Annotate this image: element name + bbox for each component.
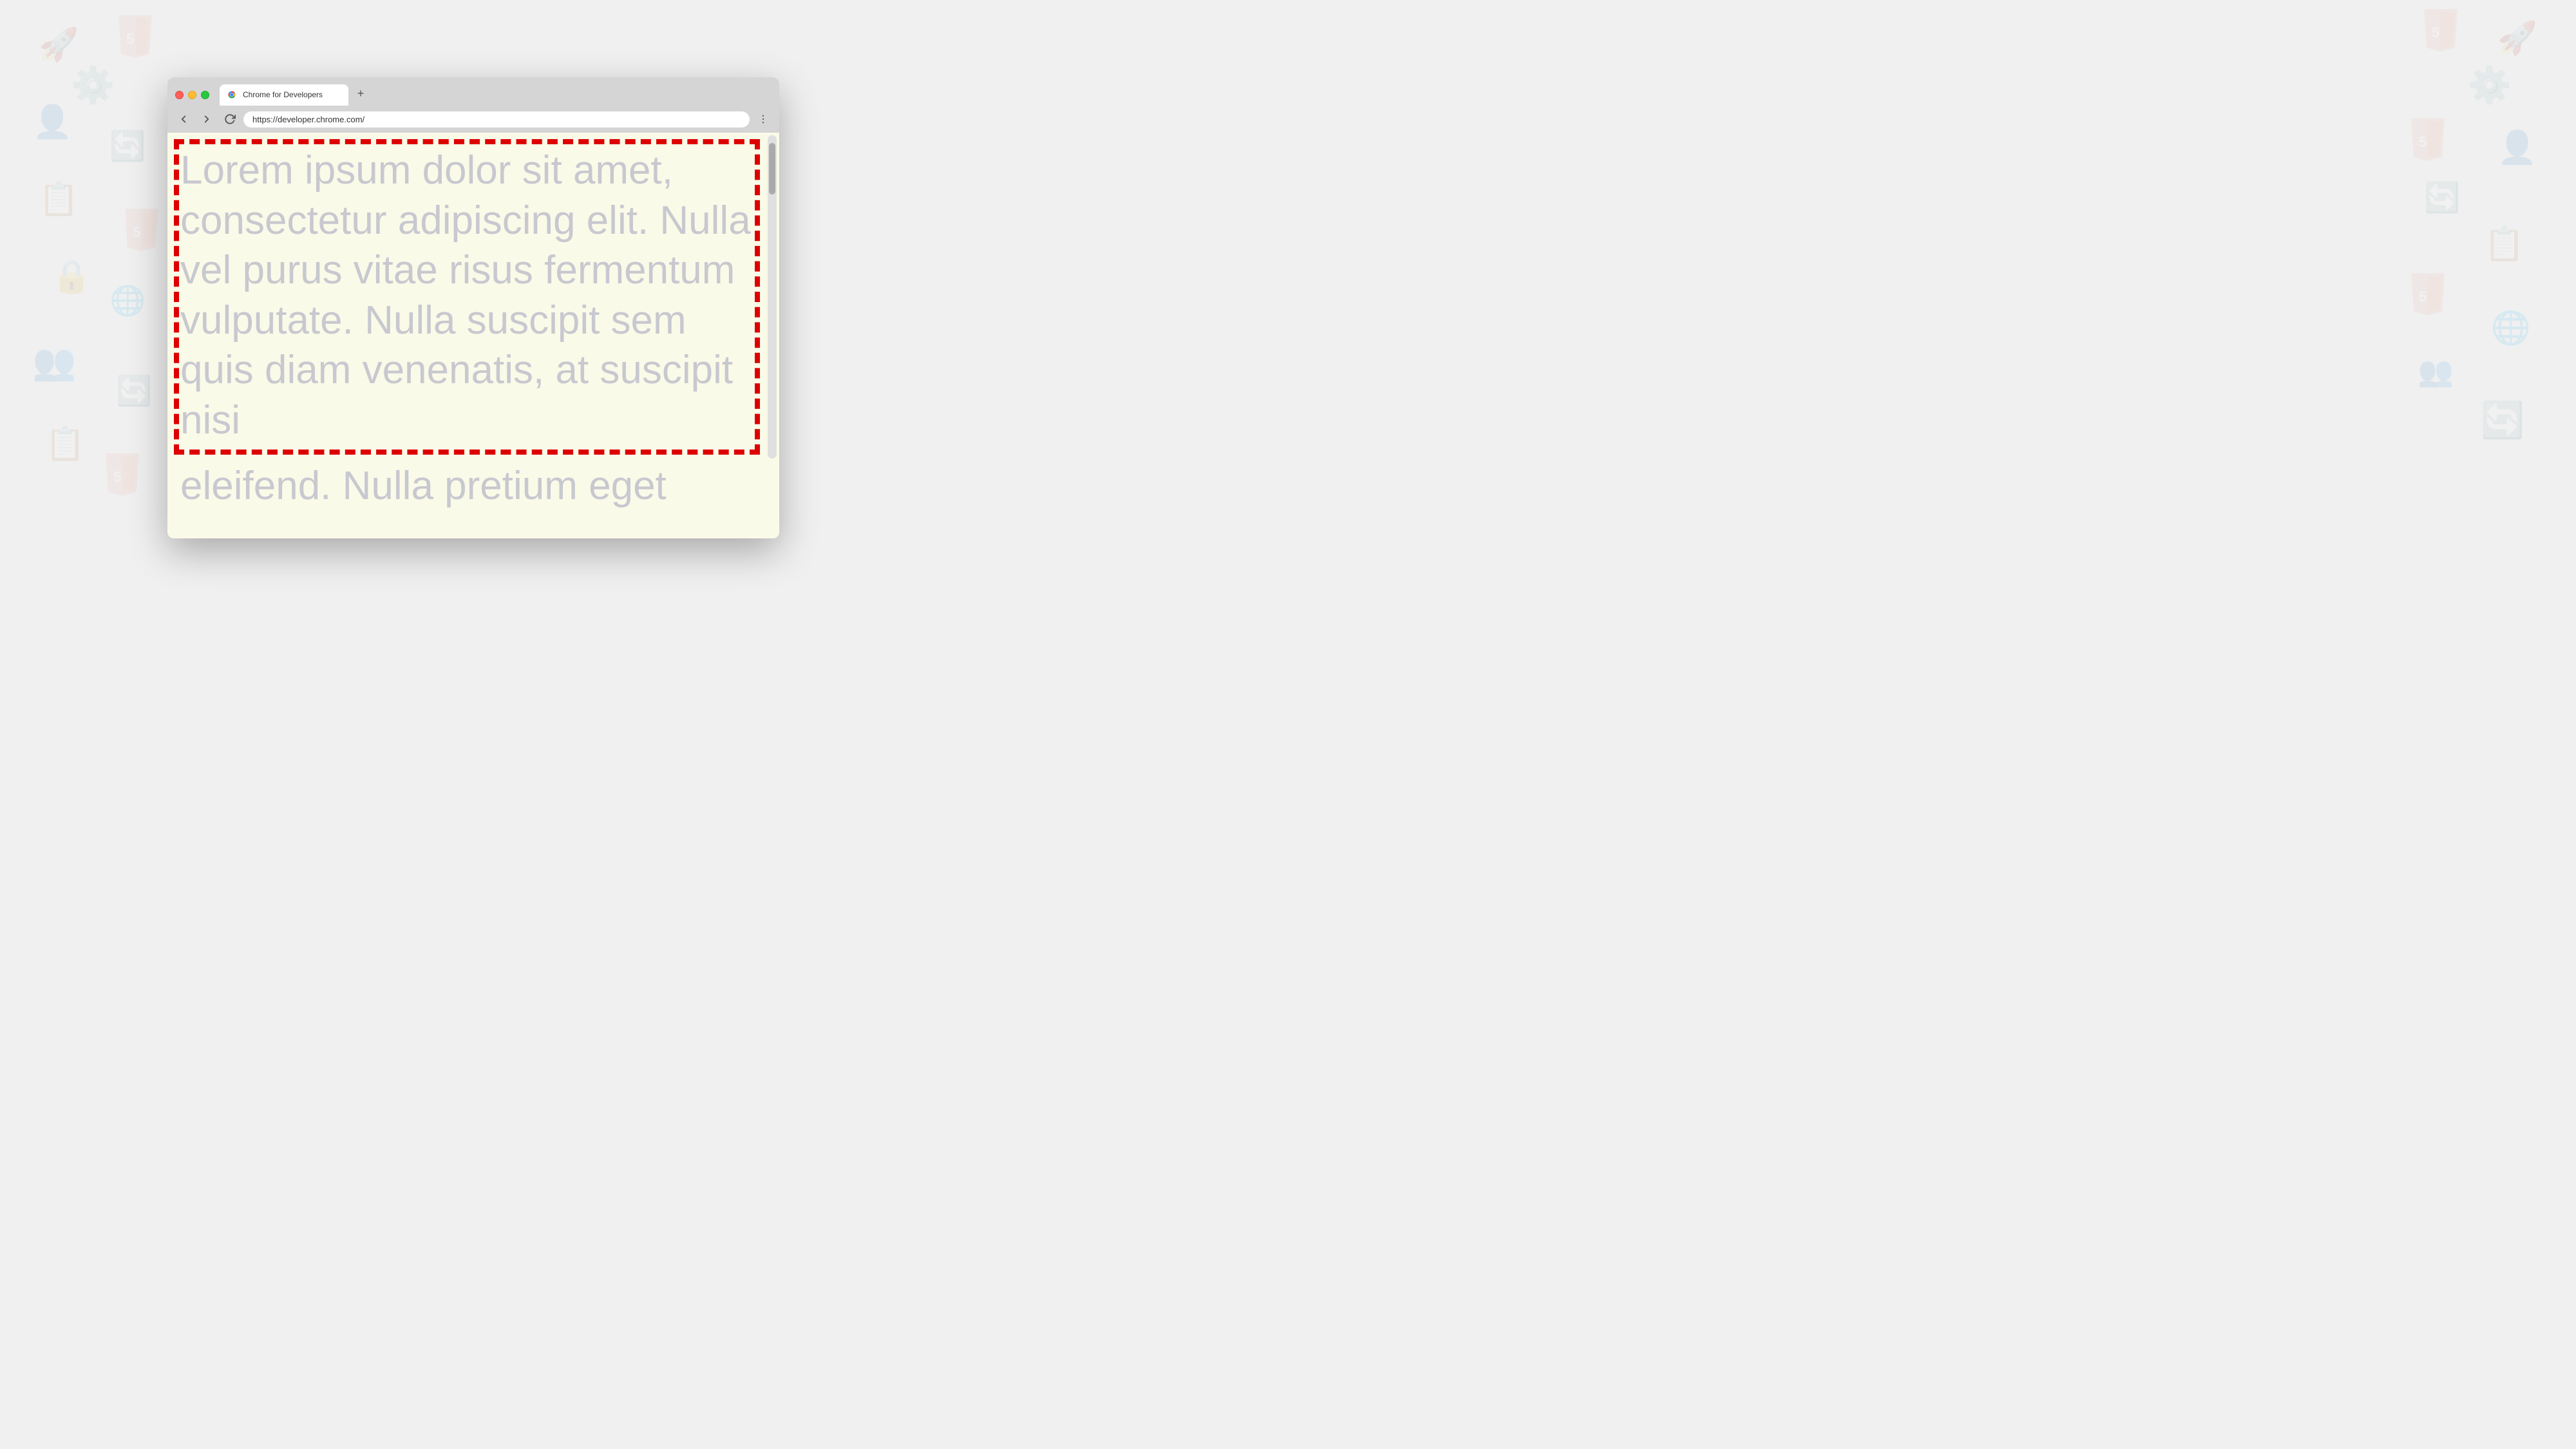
- reload-button[interactable]: [220, 109, 240, 129]
- bg-icon: 🔄: [2424, 180, 2460, 214]
- bg-icon: 🚀: [2497, 19, 2537, 57]
- bg-icon: 5: [2421, 6, 2460, 59]
- url-text: https://developer.chrome.com/: [252, 115, 365, 124]
- close-button[interactable]: [175, 91, 184, 99]
- svg-text:5: 5: [2419, 289, 2427, 305]
- bg-icon: 📋: [45, 425, 85, 463]
- tab-title: Chrome for Developers: [243, 90, 339, 99]
- bg-icon: 👥: [32, 341, 76, 383]
- title-bar: Chrome for Developers +: [167, 77, 779, 106]
- bg-icon: 🔄: [116, 374, 152, 408]
- bg-icon: 📋: [39, 180, 79, 218]
- tab-area: Chrome for Developers +: [220, 84, 772, 106]
- forward-button[interactable]: [197, 109, 216, 129]
- bg-icon: 🚀: [39, 26, 79, 64]
- browser-menu-button[interactable]: [753, 109, 773, 129]
- bg-icon: 👤: [32, 103, 72, 141]
- page-content: Lorem ipsum dolor sit amet, consectetur …: [167, 133, 779, 461]
- bg-icon: 🔄: [2481, 399, 2524, 441]
- browser-tab[interactable]: Chrome for Developers: [220, 84, 348, 106]
- minimize-button[interactable]: [188, 91, 196, 99]
- bg-icon: 🌐: [2491, 309, 2531, 347]
- bg-icon: 🔄: [109, 129, 146, 163]
- bg-icon: 5: [103, 451, 142, 503]
- bg-icon: 🔒: [52, 258, 91, 296]
- below-fold-content: eleifend. Nulla pretium eget: [167, 461, 779, 538]
- bg-icon: 📋: [2485, 225, 2524, 263]
- svg-text:5: 5: [133, 224, 140, 240]
- bg-icon: 5: [2409, 270, 2447, 323]
- bg-icon: 5: [122, 206, 161, 258]
- bg-icon: 5: [2409, 116, 2447, 168]
- bg-icon: 👥: [2418, 354, 2454, 388]
- bg-icon: 5: [116, 13, 155, 65]
- scrollbar-thumb[interactable]: [769, 143, 775, 194]
- browser-window: Chrome for Developers + https://develope…: [167, 77, 779, 538]
- bg-icon: ⚙️: [2468, 64, 2512, 106]
- back-button[interactable]: [174, 109, 193, 129]
- lorem-text: Lorem ipsum dolor sit amet, consectetur …: [167, 133, 779, 458]
- scrollbar[interactable]: [768, 135, 777, 459]
- address-bar[interactable]: https://developer.chrome.com/: [243, 111, 750, 128]
- bg-icon: 👤: [2497, 129, 2537, 167]
- svg-text:5: 5: [2419, 134, 2427, 150]
- maximize-button[interactable]: [201, 91, 209, 99]
- bg-icon: 🌐: [109, 283, 146, 317]
- traffic-lights: [175, 91, 209, 99]
- chrome-favicon: [226, 89, 238, 100]
- new-tab-button[interactable]: +: [351, 84, 370, 103]
- svg-text:5: 5: [113, 469, 121, 485]
- bg-icon: ⚙️: [71, 64, 115, 106]
- svg-text:5: 5: [126, 31, 134, 47]
- svg-text:5: 5: [2432, 24, 2439, 41]
- navigation-bar: https://developer.chrome.com/: [167, 106, 779, 133]
